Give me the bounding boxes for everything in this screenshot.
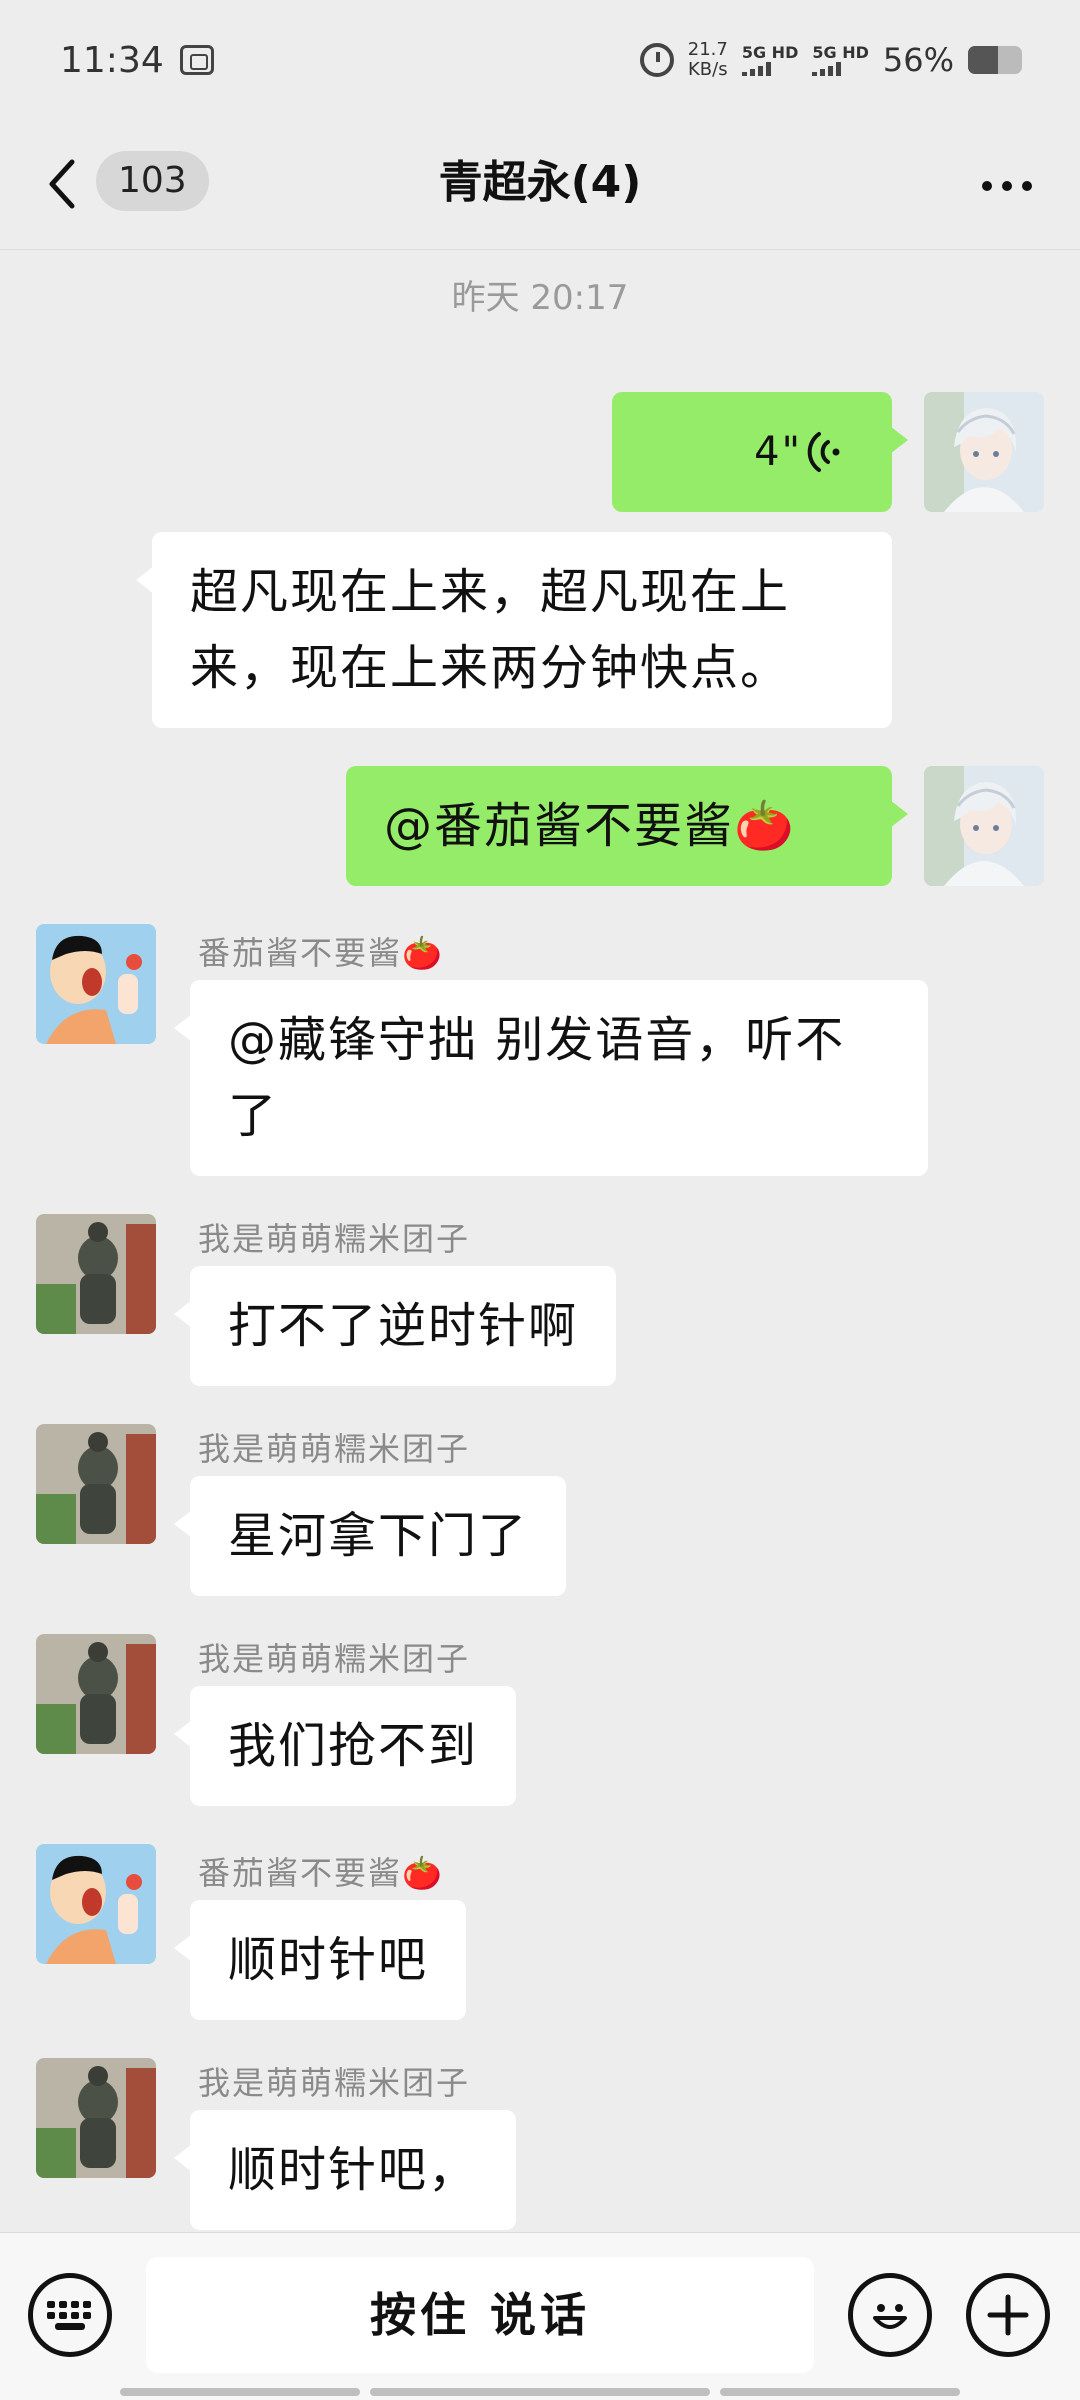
sender-name: 番茄酱不要酱🍅: [198, 1854, 444, 1892]
sender-name: 我是萌萌糯米团子: [198, 2064, 471, 2102]
message-bubble[interactable]: 星河拿下门了: [173, 1476, 567, 1596]
message-text: 星河拿下门了: [228, 1508, 529, 1564]
hold-to-talk-button[interactable]: 按住 说话: [146, 2257, 814, 2373]
message-bubble[interactable]: @番茄酱不要酱🍅: [346, 766, 908, 886]
member-avatar[interactable]: [36, 1214, 156, 1334]
status-left: 11:34: [60, 40, 214, 81]
network-speed-value: 21.7: [687, 39, 728, 60]
message-bubble[interactable]: 顺时针吧: [173, 1900, 467, 2020]
statue-avatar-icon: [36, 1214, 156, 1334]
dot-icon: [1022, 181, 1032, 191]
status-bar: 11:34 21.7 KB/s 5G HD 5G HD 56%: [0, 0, 1080, 120]
my-avatar[interactable]: [924, 392, 1044, 512]
gesture-bar: [720, 2388, 960, 2396]
chat-header: 103 青超永(4): [0, 120, 1080, 250]
emoji-button[interactable]: [848, 2273, 932, 2357]
signal-sim2-label: 5G HD: [812, 43, 869, 62]
battery-icon: [968, 46, 1022, 74]
member-avatar[interactable]: [36, 1844, 156, 1964]
signal-sim1: 5G HD: [741, 43, 799, 76]
message-bubble[interactable]: 我们抢不到: [173, 1686, 517, 1806]
keyboard-icon: [47, 2301, 91, 2330]
chat-input-bar: 按住 说话: [0, 2232, 1080, 2400]
smiley-icon: [873, 2304, 907, 2329]
back-button[interactable]: [44, 154, 94, 214]
anime-boy-avatar-icon: [924, 766, 1044, 886]
statue-avatar-icon: [36, 1634, 156, 1754]
sender-name: 我是萌萌糯米团子: [198, 1430, 471, 1468]
dot-icon: [982, 181, 992, 191]
status-right: 21.7 KB/s 5G HD 5G HD 56%: [639, 40, 1022, 80]
keyboard-toggle-button[interactable]: [28, 2273, 112, 2357]
message-text: @藏锋守拙 别发语音，听不了: [228, 1012, 846, 1144]
signal-sim2: 5G HD: [812, 44, 869, 76]
plus-icon: [987, 2294, 1029, 2336]
voice-duration: 4": [754, 429, 802, 475]
voice-message-bubble[interactable]: 4": [612, 392, 908, 512]
screenshot-indicator-icon: [179, 45, 214, 75]
message-text: 顺时针吧，: [228, 2142, 479, 2198]
member-avatar[interactable]: [36, 1634, 156, 1754]
message-bubble[interactable]: 超凡现在上来，超凡现在上来，现在上来两分钟快点。: [136, 532, 892, 728]
dot-icon: [1002, 181, 1012, 191]
anime-boy-avatar-icon: [924, 392, 1044, 512]
chevron-left-icon: [49, 159, 75, 209]
member-avatar[interactable]: [36, 2058, 156, 2178]
statue-avatar-icon: [36, 1424, 156, 1544]
gesture-bar: [370, 2388, 710, 2396]
network-speed: 21.7 KB/s: [688, 40, 728, 80]
sender-name: 番茄酱不要酱🍅: [198, 934, 444, 972]
statue-avatar-icon: [36, 2058, 156, 2178]
sender-name: 我是萌萌糯米团子: [198, 1640, 471, 1678]
message-text: 超凡现在上来，超凡现在上来，现在上来两分钟快点。: [190, 564, 791, 696]
voice-wave-icon: [807, 432, 840, 472]
message-bubble[interactable]: 顺时针吧，: [173, 2110, 517, 2230]
message-text: 我们抢不到: [228, 1718, 479, 1774]
gesture-bar: [120, 2388, 360, 2396]
more-functions-button[interactable]: [966, 2273, 1050, 2357]
cartoon-boy-avatar-icon: [36, 924, 156, 1044]
signal-bars-icon: [812, 62, 842, 76]
message-text: @番茄酱不要酱🍅: [384, 798, 796, 854]
signal-sim1-label: 5G HD: [741, 43, 799, 62]
battery-percent: 56%: [882, 41, 954, 79]
sender-name: 我是萌萌糯米团子: [198, 1220, 471, 1258]
more-options-button[interactable]: [972, 166, 1042, 206]
message-bubble[interactable]: @藏锋守拙 别发语音，听不了: [174, 980, 928, 1176]
member-avatar[interactable]: [36, 924, 156, 1044]
member-avatar[interactable]: [36, 1424, 156, 1544]
message-bubble[interactable]: 打不了逆时针啊: [173, 1266, 617, 1386]
alarm-icon: [639, 43, 674, 77]
network-speed-unit: KB/s: [688, 59, 728, 80]
message-timestamp: 昨天 20:17: [451, 278, 629, 318]
signal-bars-icon: [741, 62, 771, 76]
my-avatar[interactable]: [924, 766, 1044, 886]
cartoon-boy-avatar-icon: [36, 1844, 156, 1964]
status-time: 11:34: [60, 39, 164, 81]
unread-count-badge[interactable]: 103: [96, 151, 209, 211]
message-text: 顺时针吧: [228, 1932, 429, 1988]
message-text: 打不了逆时针啊: [228, 1298, 579, 1354]
